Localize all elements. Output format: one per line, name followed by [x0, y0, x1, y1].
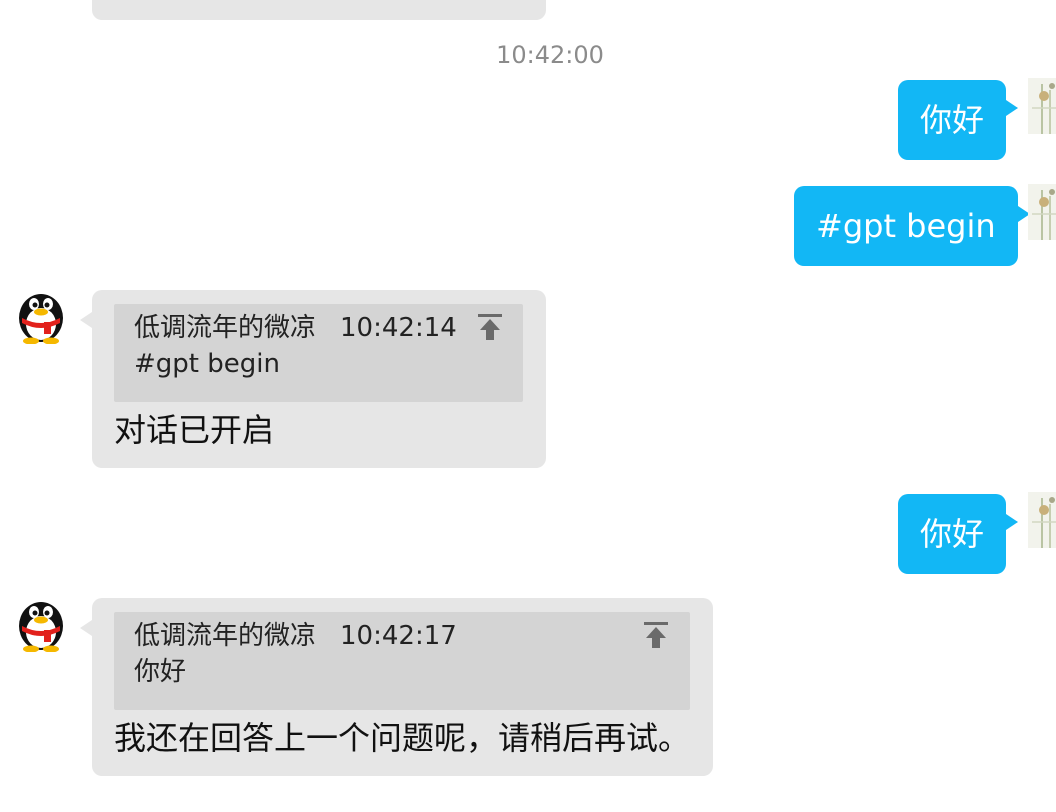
bot-avatar[interactable] — [14, 284, 68, 345]
plant-photo-avatar-icon — [1028, 184, 1056, 240]
pin-to-top-icon[interactable] — [642, 620, 670, 650]
self-avatar[interactable] — [1028, 184, 1056, 240]
bot-avatar[interactable] — [14, 592, 68, 653]
quote-sender: 低调流年的微凉 — [134, 313, 317, 343]
plant-photo-avatar-icon — [1028, 492, 1056, 548]
quote-header: 低调流年的微凉 10:42:17 — [134, 618, 457, 654]
message-text: 对话已开启 — [114, 411, 275, 449]
quote-text: #gpt begin — [134, 349, 280, 379]
quote-time: 10:42:17 — [340, 621, 457, 651]
qq-penguin-avatar-icon — [19, 294, 63, 345]
quote-sender: 低调流年的微凉 — [134, 621, 317, 651]
quoted-message[interactable]: 低调流年的微凉 10:42:14 #gpt begin — [114, 304, 523, 402]
message-bubble-incoming[interactable]: 低调流年的微凉 10:42:17 你好 我还在回答上一个问题呢，请稍后再试。 — [80, 598, 713, 776]
quote-header: 低调流年的微凉 10:42:14 — [134, 310, 457, 346]
previous-message-bubble — [92, 0, 546, 20]
pin-to-top-icon[interactable] — [476, 312, 504, 342]
self-avatar[interactable] — [1028, 492, 1056, 548]
message-text: 你好 — [920, 101, 985, 139]
message-bubble-outgoing[interactable]: #gpt begin — [794, 186, 1030, 266]
self-avatar[interactable] — [1028, 78, 1056, 134]
qq-penguin-avatar-icon — [19, 602, 63, 653]
message-text: 你好 — [920, 515, 985, 553]
message-bubble-outgoing[interactable]: 你好 — [898, 494, 1019, 574]
message-bubble-outgoing[interactable]: 你好 — [898, 80, 1019, 160]
message-text: #gpt begin — [816, 207, 996, 245]
quoted-message[interactable]: 低调流年的微凉 10:42:17 你好 — [114, 612, 690, 710]
quote-text: 你好 — [134, 657, 187, 687]
message-text: 我还在回答上一个问题呢，请稍后再试。 — [114, 719, 691, 757]
chat-timestamp: 10:42:00 — [496, 41, 604, 69]
quote-time: 10:42:14 — [340, 313, 457, 343]
message-bubble-incoming[interactable]: 低调流年的微凉 10:42:14 #gpt begin 对话已开启 — [80, 290, 546, 468]
plant-photo-avatar-icon — [1028, 78, 1056, 134]
